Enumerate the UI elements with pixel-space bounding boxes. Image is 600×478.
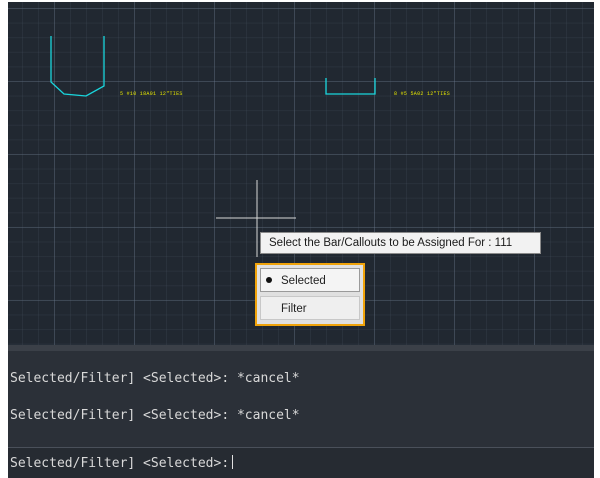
command-prompt-row: Selected/Filter] <Selected>: — [10, 455, 234, 471]
menu-item-label: Filter — [281, 303, 307, 315]
command-line-window: Selected/Filter] <Selected>: *cancel* Se… — [8, 345, 594, 478]
callout-right[interactable]: 8 #5 5A02 12"TIES — [394, 91, 450, 97]
command-prompt: Selected/Filter] <Selected>: — [10, 456, 230, 471]
shallow-u-bar-shape[interactable] — [325, 78, 376, 95]
command-history-line: Selected/Filter] <Selected>: *cancel* — [10, 408, 300, 423]
callout-left[interactable]: 5 #10 18A01 12"TIES — [120, 91, 183, 97]
dynamic-input-menu: Selected Filter — [255, 263, 365, 326]
menu-item-filter[interactable]: Filter — [260, 296, 360, 320]
menu-item-selected[interactable]: Selected — [260, 268, 360, 292]
cad-application: 5 #10 18A01 12"TIES 8 #5 5A02 12"TIES Se… — [0, 0, 600, 478]
text-cursor — [232, 455, 234, 469]
command-input[interactable]: Selected/Filter] <Selected>: — [8, 447, 594, 478]
current-option-bullet-icon — [266, 277, 272, 283]
selection-tooltip: Select the Bar/Callouts to be Assigned F… — [260, 232, 541, 254]
command-line-divider — [8, 345, 594, 351]
command-history-line: Selected/Filter] <Selected>: *cancel* — [10, 371, 300, 386]
u-bar-shape[interactable] — [50, 36, 105, 97]
menu-item-label: Selected — [281, 275, 326, 287]
